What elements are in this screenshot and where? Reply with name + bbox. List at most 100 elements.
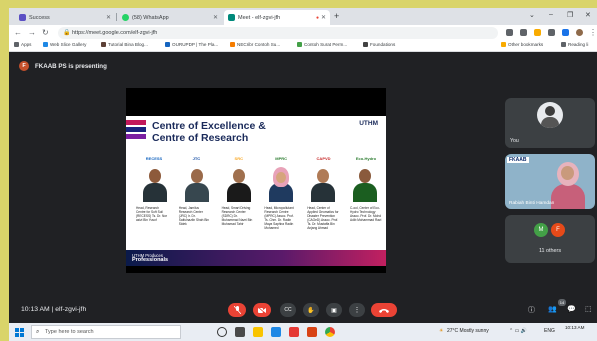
chat-icon[interactable]: 💬 xyxy=(567,305,576,313)
participant-name: You xyxy=(510,138,519,144)
task-view-icon[interactable] xyxy=(235,327,245,337)
slide-footer: UTHM Produces Professionals xyxy=(126,250,386,266)
person-caption: Head, Micropollutant Research Centre (MP… xyxy=(264,206,294,230)
tab-success[interactable]: Success ✕ xyxy=(15,10,115,25)
lock-icon: 🔒 xyxy=(63,30,71,36)
taskbar-clock[interactable]: 10:13 AM xyxy=(565,325,584,331)
weather-text[interactable]: 27°C Mostly sunny xyxy=(447,328,489,334)
present-icon: ▣ xyxy=(331,307,337,314)
maximize-button[interactable]: ❐ xyxy=(567,11,573,19)
person-photo xyxy=(308,166,338,202)
extension-icon[interactable] xyxy=(562,29,569,36)
bookmark-icon xyxy=(297,42,302,47)
close-icon[interactable]: ✕ xyxy=(321,14,326,21)
raise-hand-button[interactable]: ✋ xyxy=(303,303,319,317)
reload-button[interactable]: ↻ xyxy=(42,28,49,37)
tab-whatsapp[interactable]: (58) WhatsApp ✕ xyxy=(118,10,222,25)
taskbar-search-input[interactable]: ⌕ Type here to search xyxy=(31,325,181,339)
mic-off-icon xyxy=(233,306,241,314)
shield-icon xyxy=(19,14,26,21)
minimize-button[interactable]: – xyxy=(549,11,553,18)
tab-search-icon[interactable]: ⌄ xyxy=(529,11,535,19)
language-indicator[interactable]: ENG xyxy=(544,328,555,334)
reading-list-icon xyxy=(561,42,566,47)
address-bar[interactable]: 🔒 https://meet.google.com/elf-zgvi-jfh xyxy=(58,27,498,39)
bookmark-item[interactable]: Tutorial Bina Blog... xyxy=(101,42,148,47)
file-explorer-icon[interactable] xyxy=(253,327,263,337)
bookmark-other[interactable]: Other bookmarks xyxy=(501,42,543,47)
person-photo xyxy=(182,166,212,202)
participant-tile-camera[interactable]: FKAAB Rabiah Binti Hamdan xyxy=(505,154,595,209)
bookmark-item[interactable]: OURUPDP | The Pla... xyxy=(165,42,218,47)
windows-start-icon[interactable] xyxy=(15,328,24,337)
tray-icons[interactable]: ⌃ ▭ 🔊 xyxy=(509,328,527,334)
meeting-controls-bar: 10:13 AM | elf-zgvi-jfh CC ✋ ▣ ⋮ ⓘ 👥 14 … xyxy=(9,297,597,323)
close-icon[interactable]: ✕ xyxy=(213,14,218,21)
window-close-button[interactable]: ✕ xyxy=(585,11,591,19)
cortana-icon[interactable] xyxy=(217,327,227,337)
presenting-indicator: F FKAAB PS is presenting xyxy=(19,61,107,71)
extension-icon[interactable] xyxy=(548,29,555,36)
person-photo xyxy=(266,166,296,202)
more-options-button[interactable]: ⋮ xyxy=(349,303,365,317)
mprc-logo: MPRC xyxy=(275,155,288,161)
edge-icon[interactable] xyxy=(271,327,281,337)
bookmark-icon xyxy=(165,42,170,47)
participant-tile-you[interactable]: You xyxy=(505,98,595,148)
captions-button[interactable]: CC xyxy=(280,303,296,317)
hand-icon: ✋ xyxy=(307,307,315,314)
eco-hydro-logo: Eco-Hydro xyxy=(355,155,377,161)
banner-text: FKAAB xyxy=(507,157,529,163)
camera-icon[interactable] xyxy=(506,29,513,36)
bookmark-item[interactable]: NECribr Contoh Su... xyxy=(230,42,280,47)
camera-off-button[interactable] xyxy=(253,303,271,317)
folder-icon xyxy=(501,42,506,47)
profile-avatar[interactable] xyxy=(576,29,583,36)
chrome-icon[interactable] xyxy=(325,327,335,337)
captions-icon: CC xyxy=(284,307,292,313)
participant-tile-others[interactable]: M F 11 others xyxy=(505,215,595,263)
meeting-time-code: 10:13 AM | elf-zgvi-jfh xyxy=(21,306,87,313)
logo-row: RECESS JTC SRC MPRC CAPVD Eco-Hydro xyxy=(140,151,380,165)
avatar: M xyxy=(534,223,548,237)
slide-content: Centre of Excellence & Centre of Researc… xyxy=(126,116,386,266)
bookmark-icon xyxy=(230,42,235,47)
powerpoint-icon[interactable] xyxy=(307,327,317,337)
presenting-label: FKAAB PS is presenting xyxy=(35,62,107,70)
info-icon[interactable]: ⓘ xyxy=(528,305,535,315)
back-button[interactable]: ← xyxy=(14,28,22,37)
bookmark-reading-list[interactable]: Reading li xyxy=(561,42,588,47)
others-count: 11 others xyxy=(538,248,562,254)
recording-dot-icon: ● xyxy=(315,14,319,21)
person-photo xyxy=(140,166,170,202)
weather-icon[interactable]: ☀ xyxy=(439,328,443,334)
forward-button[interactable]: → xyxy=(28,28,36,37)
meet-area: F FKAAB PS is presenting Centre of Excel… xyxy=(9,53,597,323)
bookmark-apps[interactable]: Apps xyxy=(14,42,31,47)
jtc-logo: JTC xyxy=(192,155,201,161)
bookmark-item[interactable]: Web Slice Gallery xyxy=(43,42,86,47)
star-icon[interactable] xyxy=(534,29,541,36)
bookmark-item[interactable]: Foundations xyxy=(363,42,395,47)
app-icon[interactable] xyxy=(289,327,299,337)
leave-call-button[interactable] xyxy=(371,303,397,317)
tab-meet[interactable]: Meet - elf-zgvi-jfh ● ✕ xyxy=(224,10,330,25)
tab-strip: Success ✕ (58) WhatsApp ✕ Meet - elf-zgv… xyxy=(9,8,597,25)
bookmark-item[interactable]: Contoh Surat Perm... xyxy=(297,42,347,47)
mic-off-button[interactable] xyxy=(228,303,246,317)
activities-icon[interactable]: ⬚ xyxy=(585,305,592,313)
people-icon[interactable]: 👥 xyxy=(548,305,557,313)
participant-name: Rabiah Binti Hamdan xyxy=(509,201,555,206)
menu-icon[interactable]: ⋮ xyxy=(589,28,597,37)
windows-taskbar: ⌕ Type here to search ☀ 27°C Mostly sunn… xyxy=(9,323,597,341)
present-button[interactable]: ▣ xyxy=(326,303,342,317)
new-tab-button[interactable]: + xyxy=(334,11,339,21)
close-icon[interactable]: ✕ xyxy=(106,14,111,21)
screen: Success ✕ (58) WhatsApp ✕ Meet - elf-zgv… xyxy=(9,8,597,341)
whatsapp-icon xyxy=(122,14,129,21)
bookmark-icon xyxy=(101,42,106,47)
avatar: F xyxy=(551,223,565,237)
bookmark-icon xyxy=(43,42,48,47)
uthm-logo: UTHM xyxy=(359,120,378,127)
share-icon[interactable] xyxy=(520,29,527,36)
